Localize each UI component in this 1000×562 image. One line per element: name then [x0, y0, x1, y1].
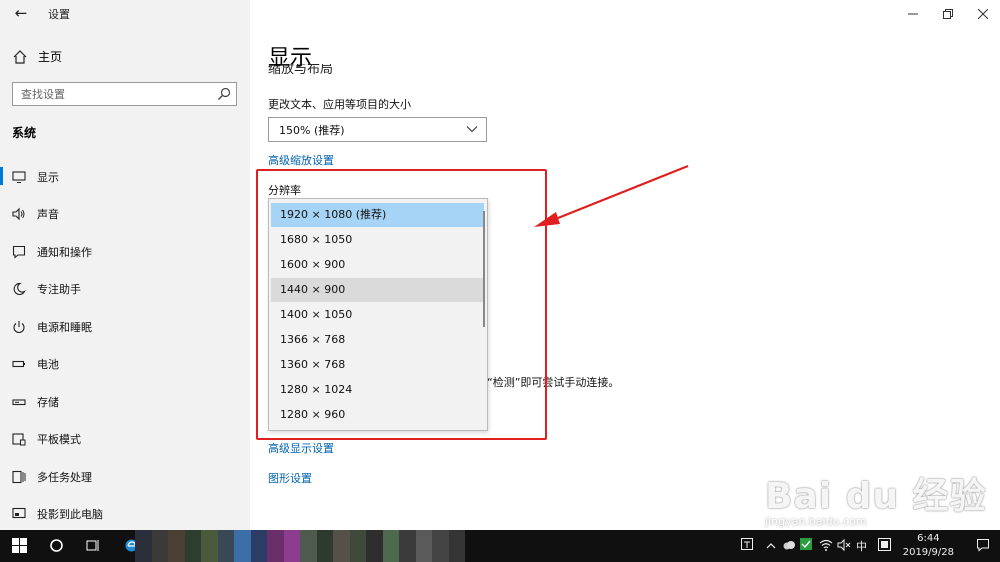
cloud-sync-icon[interactable] — [782, 538, 796, 552]
volume-muted-icon[interactable] — [837, 538, 851, 552]
sidebar-item-power-sleep[interactable]: 电源和睡眠 — [0, 308, 250, 346]
watermark-logo: Bai du 经验 — [765, 476, 987, 517]
sidebar-item-storage[interactable]: 存储 — [0, 383, 250, 421]
advanced-scaling-link[interactable]: 高级缩放设置 — [268, 152, 334, 168]
watermark-url: jingyan.baidu.com — [765, 515, 867, 528]
sidebar-item-label: 专注助手 — [37, 283, 81, 297]
sidebar: ← 设置 主页 系统 显示 声音 通知和操作 专注助手 电源和睡眠 — [0, 0, 250, 530]
minimize-button[interactable] — [895, 0, 930, 28]
sidebar-item-display[interactable]: 显示 — [0, 158, 250, 196]
window-controls — [895, 0, 1000, 28]
search-icon[interactable] — [217, 87, 231, 101]
nav-list: 显示 声音 通知和操作 专注助手 电源和睡眠 电池 存储 平板模式 多任务处理 … — [0, 158, 250, 533]
tray-overflow-icon[interactable] — [766, 542, 776, 550]
scale-dropdown[interactable]: 150% (推荐) — [268, 117, 487, 142]
power-icon — [13, 320, 25, 333]
chevron-down-icon — [466, 126, 478, 133]
sidebar-item-notifications[interactable]: 通知和操作 — [0, 233, 250, 271]
section-heading-clipped: 缩放与布局 — [268, 64, 334, 77]
scale-label: 更改文本、应用等项目的大小 — [268, 98, 411, 111]
sidebar-item-label: 主页 — [38, 50, 63, 64]
sidebar-item-tablet-mode[interactable]: 平板模式 — [0, 421, 250, 459]
action-center-icon[interactable] — [976, 538, 990, 552]
sidebar-item-battery[interactable]: 电池 — [0, 346, 250, 384]
project-icon — [12, 508, 26, 519]
sidebar-item-label: 电源和睡眠 — [37, 320, 92, 334]
tablet-icon — [12, 433, 26, 446]
battery-icon — [12, 361, 25, 368]
sidebar-item-label: 通知和操作 — [37, 245, 92, 259]
search-input[interactable] — [13, 83, 203, 106]
storage-icon — [12, 399, 26, 405]
monitor-icon — [12, 171, 26, 183]
blurred-taskbar-apps[interactable] — [135, 530, 465, 562]
graphics-settings-link[interactable]: 图形设置 — [268, 470, 312, 486]
cortana-search-icon[interactable] — [49, 538, 64, 553]
sidebar-item-home[interactable]: 主页 — [12, 48, 62, 65]
app-title: 设置 — [48, 8, 70, 21]
sidebar-item-label: 存储 — [37, 395, 59, 409]
baidu-watermark: Bai du 经验 jingyan.baidu.com — [765, 455, 1000, 535]
advanced-display-link[interactable]: 高级显示设置 — [268, 440, 334, 456]
search-box[interactable] — [12, 82, 237, 106]
ime-mode-icon[interactable] — [878, 538, 891, 551]
windows-start-icon[interactable] — [12, 538, 27, 553]
multitask-icon — [12, 470, 26, 483]
restore-button[interactable] — [930, 0, 965, 28]
close-icon — [977, 9, 988, 19]
minimize-icon — [907, 13, 918, 15]
sidebar-item-label: 电池 — [37, 358, 59, 372]
close-button[interactable] — [965, 0, 1000, 28]
sidebar-item-label: 投影到此电脑 — [37, 508, 103, 522]
ime-icon[interactable] — [741, 538, 753, 550]
moon-icon — [13, 283, 26, 296]
back-arrow-icon[interactable]: ← — [11, 4, 31, 24]
sidebar-item-label: 多任务处理 — [37, 470, 92, 484]
scale-dropdown-value: 150% (推荐) — [279, 123, 345, 137]
taskbar: 中 6:44 2019/9/28 — [0, 530, 1000, 562]
section-title: 系统 — [12, 126, 37, 140]
wifi-icon[interactable] — [819, 538, 833, 552]
tray-time: 6:44 — [917, 533, 940, 544]
restore-icon — [942, 9, 953, 19]
home-icon — [13, 49, 27, 64]
sidebar-item-focus-assist[interactable]: 专注助手 — [0, 271, 250, 309]
tray-clock[interactable]: 6:44 2019/9/28 — [903, 532, 954, 560]
speaker-icon — [12, 207, 25, 221]
tray-date: 2019/9/28 — [902, 547, 954, 558]
sidebar-item-project[interactable]: 投影到此电脑 — [0, 496, 250, 534]
notification-icon — [12, 245, 26, 259]
sidebar-item-sound[interactable]: 声音 — [0, 196, 250, 234]
security-icon[interactable] — [800, 538, 812, 550]
task-view-icon[interactable] — [86, 538, 101, 553]
annotation-box — [256, 169, 547, 440]
sidebar-item-label: 声音 — [37, 208, 59, 222]
sidebar-item-multitasking[interactable]: 多任务处理 — [0, 458, 250, 496]
sidebar-item-label: 平板模式 — [37, 433, 81, 447]
input-language-indicator[interactable]: 中 — [856, 538, 867, 554]
sidebar-item-label: 显示 — [37, 170, 59, 184]
